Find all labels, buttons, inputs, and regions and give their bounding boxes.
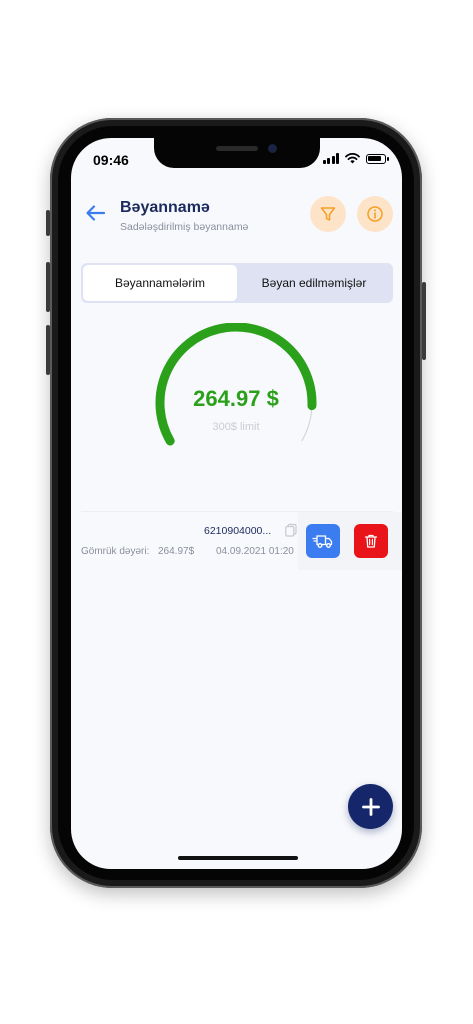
app-screen: 09:46 Bəyannamə Sadələşdirilmiş bəyannam…	[71, 138, 402, 869]
front-camera	[268, 144, 277, 153]
truck-icon	[312, 535, 333, 548]
page-subtitle: Sadələşdirilmiş bəyannamə	[120, 221, 249, 233]
gauge-value: 264.97 $	[193, 386, 279, 411]
declaration-tabs: Bəyannamələrim Bəyan edilməmişlər	[81, 263, 393, 303]
filter-icon	[320, 207, 336, 221]
copy-button[interactable]	[284, 523, 298, 537]
mute-switch	[46, 210, 50, 236]
battery-icon	[366, 153, 389, 164]
status-icons	[322, 153, 389, 164]
list-item[interactable]: 6210904000... Gömrük dəyəri: 264.97$ 04.…	[71, 512, 402, 572]
status-time: 09:46	[93, 152, 129, 168]
arrow-left-icon	[86, 205, 106, 221]
power-button	[422, 282, 426, 360]
speaker	[216, 146, 258, 151]
info-icon	[367, 206, 383, 222]
plus-icon	[361, 797, 380, 816]
tab-my-declarations[interactable]: Bəyannamələrim	[83, 265, 237, 301]
copy-icon	[285, 523, 297, 537]
trash-icon	[364, 534, 378, 548]
ship-button[interactable]	[306, 524, 340, 558]
tab-undeclared[interactable]: Bəyan edilməmişlər	[237, 265, 391, 301]
declaration-number: 6210904000...	[204, 525, 272, 537]
page-title: Bəyannamə	[120, 199, 210, 216]
declaration-date: 04.09.2021 01:20	[216, 546, 294, 557]
customs-value-label: Gömrük dəyəri:	[81, 546, 150, 557]
customs-value: 264.97$	[158, 546, 195, 557]
add-declaration-button[interactable]	[348, 784, 393, 829]
delete-button[interactable]	[354, 524, 388, 558]
filter-button[interactable]	[310, 196, 346, 232]
signal-icon	[322, 153, 339, 164]
volume-up-button	[46, 262, 50, 312]
wifi-icon	[345, 153, 360, 164]
info-button[interactable]	[357, 196, 393, 232]
home-indicator	[178, 856, 298, 860]
notch	[154, 138, 320, 168]
volume-down-button	[46, 325, 50, 375]
back-button[interactable]	[83, 200, 109, 226]
gauge-limit: 300$ limit	[212, 421, 260, 433]
